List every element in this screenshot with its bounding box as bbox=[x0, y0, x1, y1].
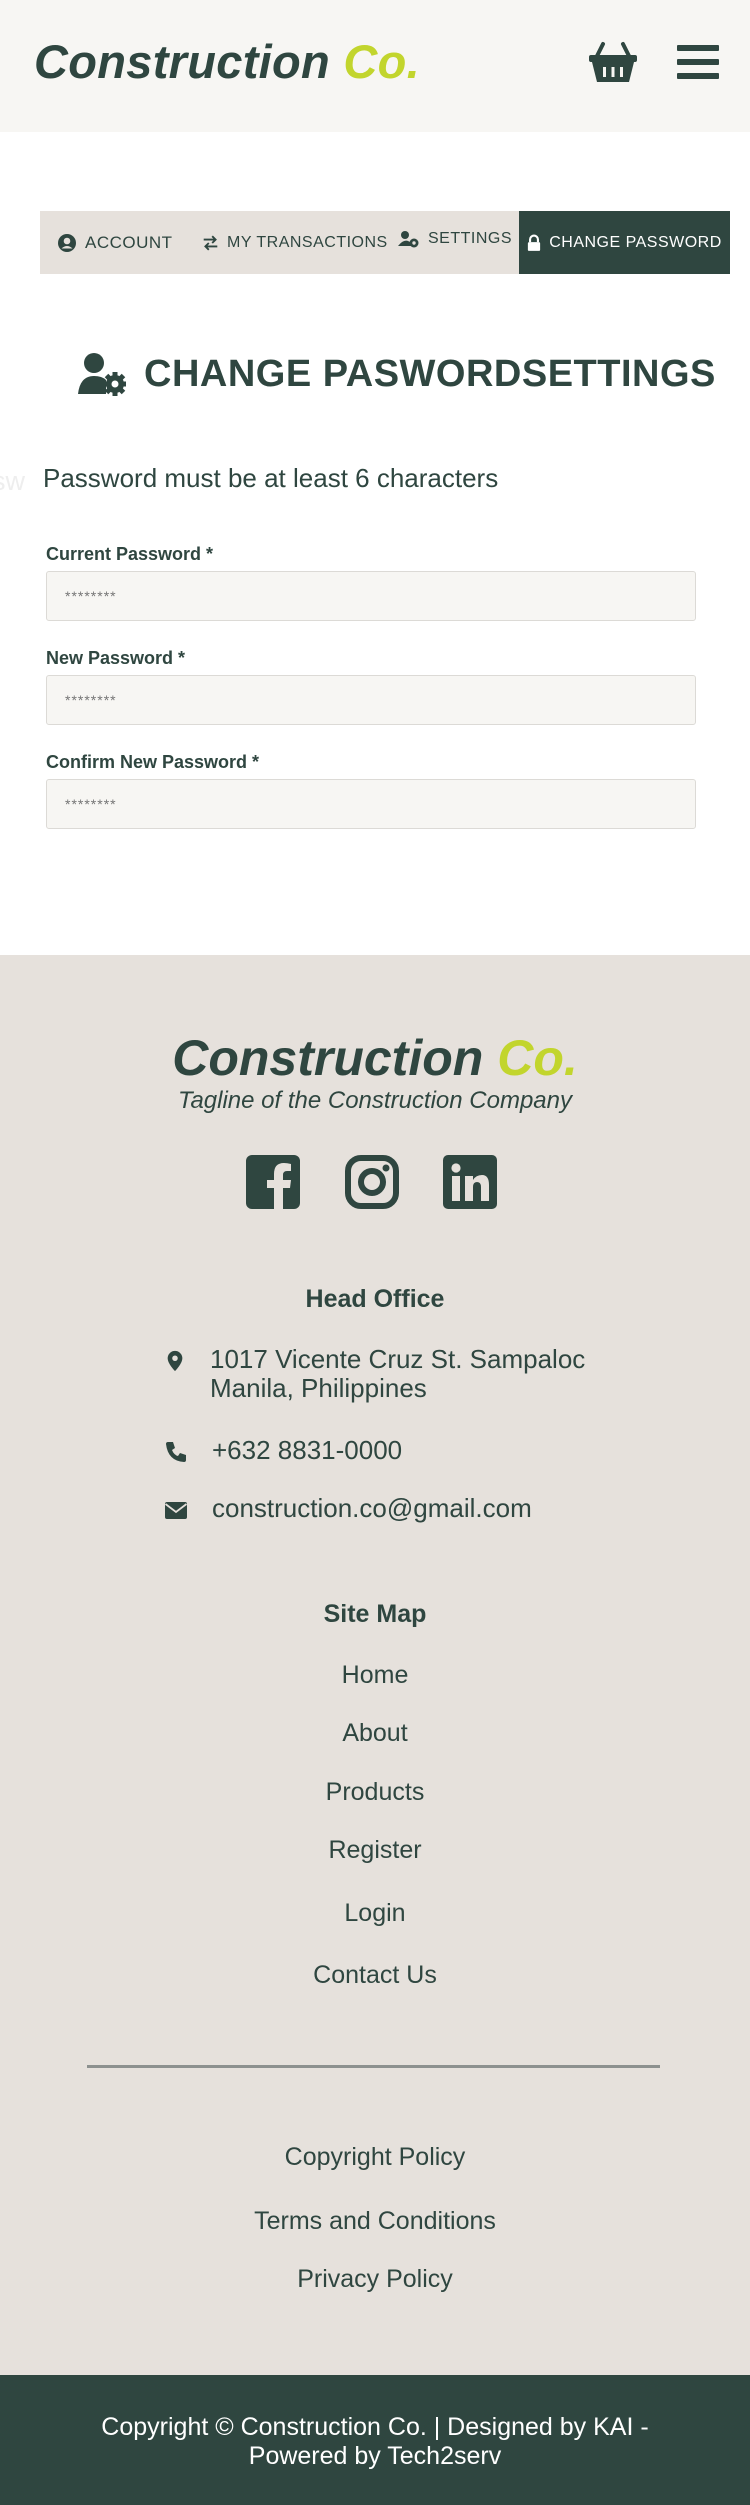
tab-settings[interactable]: SETTINGS bbox=[398, 207, 512, 270]
new-password-label: New Password * bbox=[46, 648, 186, 668]
site-footer: Construction Co. Tagline of the Construc… bbox=[0, 955, 750, 2375]
exchange-icon bbox=[203, 235, 218, 250]
footer-logo-accent: Co. bbox=[497, 1030, 578, 1086]
lock-icon bbox=[528, 234, 541, 251]
menu-hamburger-icon[interactable] bbox=[677, 45, 719, 79]
email-row[interactable]: construction.co@gmail.com bbox=[164, 1494, 532, 1523]
page-heading: CHANGE PASWORDSETTINGS bbox=[144, 352, 716, 395]
site-map-heading: Site Map bbox=[323, 1600, 427, 1628]
user-cog-icon bbox=[78, 353, 126, 396]
tab-account-label: ACCOUNT bbox=[85, 232, 173, 252]
phone-icon bbox=[166, 1442, 186, 1462]
address-row: 1017 Vicente Cruz St. Sampaloc Manila, P… bbox=[164, 1345, 585, 1403]
site-logo[interactable]: Construction Co. bbox=[34, 34, 420, 89]
page-title: CHANGE PASWORDSETTINGS bbox=[78, 352, 716, 396]
instagram-icon[interactable] bbox=[345, 1155, 399, 1209]
privacy-policy-link[interactable]: Privacy Policy bbox=[0, 2265, 750, 2294]
tab-change-password-label: CHANGE PASSWORD bbox=[549, 233, 722, 251]
tab-change-password[interactable]: CHANGE PASSWORD bbox=[519, 211, 730, 274]
head-office-heading: Head Office bbox=[305, 1285, 445, 1313]
tab-account[interactable]: ACCOUNT bbox=[57, 211, 173, 274]
user-circle-icon bbox=[58, 233, 76, 252]
footer-logo-main: Construction bbox=[172, 1030, 484, 1086]
footer-tagline: Tagline of the Construction Company bbox=[177, 1087, 572, 1114]
password-hint: Password must be at least 6 characters bbox=[43, 463, 499, 493]
footer-logo[interactable]: Construction Co. bbox=[0, 1029, 750, 1087]
site-header: Construction Co. bbox=[0, 0, 750, 132]
address-line-1: 1017 Vicente Cruz St. Sampaloc bbox=[210, 1344, 586, 1374]
sitemap-link-login[interactable]: Login bbox=[0, 1899, 750, 1928]
copyright-bar: Copyright © Construction Co. | Designed … bbox=[0, 2375, 750, 2505]
envelope-icon bbox=[164, 1502, 188, 1519]
user-cog-icon bbox=[398, 230, 419, 247]
tab-my-transactions-label: MY TRANSACTIONS bbox=[227, 233, 388, 251]
copyright-line-1: Copyright © Construction Co. | Designed … bbox=[101, 2413, 649, 2441]
confirm-password-label: Confirm New Password * bbox=[46, 752, 260, 772]
map-marker-icon bbox=[167, 1350, 183, 1372]
sitemap-link-about[interactable]: About bbox=[0, 1719, 750, 1748]
current-password-input[interactable] bbox=[46, 571, 696, 621]
facebook-icon[interactable] bbox=[246, 1155, 300, 1209]
tab-my-transactions[interactable]: MY TRANSACTIONS bbox=[202, 211, 388, 274]
email-address: construction.co@gmail.com bbox=[212, 1493, 532, 1523]
copyright-line-2: Powered by Tech2serv bbox=[248, 2442, 502, 2470]
tab-settings-label: SETTINGS bbox=[428, 229, 513, 247]
logo-accent-text: Co. bbox=[343, 35, 421, 88]
current-password-label: Current Password * bbox=[46, 544, 214, 564]
footer-divider bbox=[87, 2065, 660, 2068]
basket-icon[interactable] bbox=[588, 40, 638, 84]
sitemap-link-contact-us[interactable]: Contact Us bbox=[0, 1961, 750, 1990]
logo-main-text: Construction bbox=[34, 35, 331, 88]
new-password-input[interactable] bbox=[46, 675, 696, 725]
sitemap-link-register[interactable]: Register bbox=[0, 1836, 750, 1865]
phone-number: +632 8831-0000 bbox=[212, 1435, 403, 1465]
sitemap-link-products[interactable]: Products bbox=[0, 1778, 750, 1807]
address-line-2: Manila, Philippines bbox=[210, 1373, 427, 1403]
sitemap-link-home[interactable]: Home bbox=[0, 1661, 750, 1690]
account-tabs: ACCOUNT MY TRANSACTIONS SETTINGS CHANGE … bbox=[40, 211, 730, 274]
copyright-policy-link[interactable]: Copyright Policy bbox=[0, 2143, 750, 2172]
terms-link[interactable]: Terms and Conditions bbox=[0, 2207, 750, 2236]
ghost-text: sw bbox=[0, 466, 25, 496]
linkedin-icon[interactable] bbox=[443, 1155, 497, 1209]
confirm-password-input[interactable] bbox=[46, 779, 696, 829]
phone-row[interactable]: +632 8831-0000 bbox=[164, 1436, 402, 1465]
